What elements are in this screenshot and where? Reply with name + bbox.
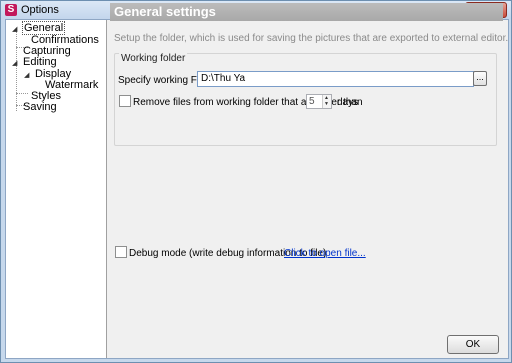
tree-item-general[interactable]: ◢ General [12, 21, 66, 36]
debug-mode-checkbox[interactable] [115, 246, 127, 258]
days-stepper[interactable]: 5 ▲ ▼ [306, 94, 332, 109]
expand-arrow-icon[interactable]: ◢ [24, 70, 34, 82]
settings-tree: ◢ General Confirmations Capturing ◢ Editin… [6, 20, 107, 358]
open-file-link[interactable]: Click to open file... [284, 248, 366, 259]
group-label: Working folder [119, 53, 188, 64]
page-title: General settings [110, 3, 503, 21]
stepper-buttons[interactable]: ▲ ▼ [322, 95, 331, 108]
tree-item-editing[interactable]: ◢ Editing [12, 56, 58, 68]
options-window: S Options x ◢General Confirmations Captu… [0, 0, 512, 363]
tree-item-label: Saving [23, 101, 57, 113]
spin-down-icon[interactable]: ▼ [324, 101, 329, 107]
ok-button[interactable]: OK [447, 335, 499, 354]
days-label: days [337, 97, 359, 108]
tree-item-saving[interactable]: Saving [22, 101, 58, 113]
expand-arrow-icon[interactable]: ◢ [12, 58, 22, 70]
days-value: 5 [309, 96, 315, 107]
tree-line [16, 93, 28, 94]
expand-arrow-icon[interactable]: ◢ [12, 24, 22, 36]
tree-line [16, 31, 17, 111]
browse-button[interactable]: ... [473, 71, 487, 86]
app-icon: S [5, 4, 17, 16]
window-title: Options [21, 4, 59, 16]
tree-item-label: Editing [23, 56, 57, 68]
tree-item-label: General [22, 21, 66, 35]
page-subtitle: Setup the folder, which is used for savi… [114, 33, 509, 44]
folder-input[interactable]: D:\Thu Ya [197, 71, 474, 87]
remove-files-checkbox[interactable] [119, 95, 131, 107]
